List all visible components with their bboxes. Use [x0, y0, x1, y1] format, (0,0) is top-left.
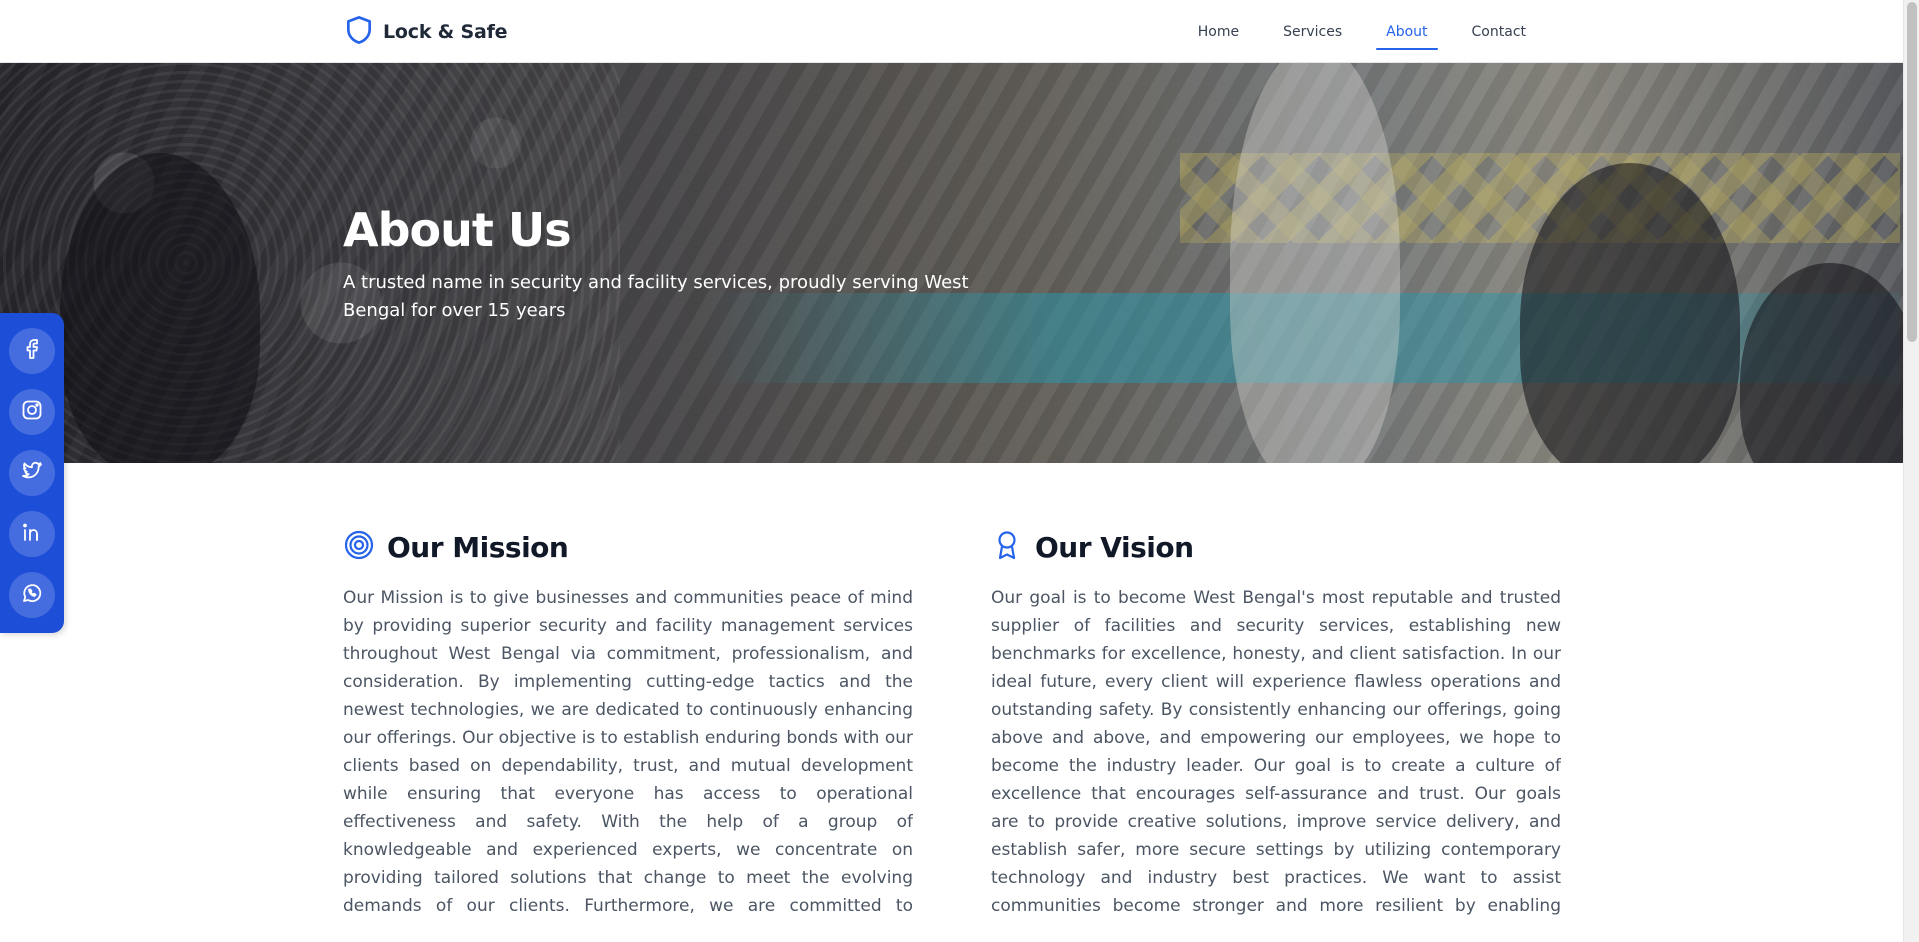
hero-subtitle: A trusted name in security and facility … [343, 272, 969, 321]
vision-text: Our goal is to become West Bengal's most… [991, 588, 1561, 916]
scrollbar-thumb[interactable] [1907, 2, 1917, 342]
hero-figure [1230, 63, 1400, 463]
vision-title: Our Vision [1035, 530, 1194, 564]
page-title: About Us [343, 203, 572, 257]
mission-header: Our Mission [343, 522, 913, 572]
whatsapp-icon [20, 581, 44, 609]
hero-figure [1520, 163, 1740, 463]
nav-services[interactable]: Services [1261, 0, 1364, 63]
site-header: Lock & Safe Home Services About Contact [0, 0, 1903, 63]
page-scrollbar[interactable] [1903, 0, 1919, 942]
vision-section: Our Vision Our goal is to become West Be… [991, 522, 1561, 924]
mission-section: Our Mission Our Mission is to give busin… [343, 522, 913, 924]
nav-contact[interactable]: Contact [1450, 0, 1548, 63]
instagram-button[interactable] [9, 389, 55, 435]
nav-about[interactable]: About [1364, 0, 1449, 63]
main-nav: Home Services About Contact [1176, 0, 1548, 63]
shield-icon [343, 14, 375, 50]
mission-text: Our Mission is to give businesses and co… [343, 588, 913, 916]
hero-figure [60, 153, 260, 463]
brand-logo[interactable]: Lock & Safe [343, 14, 508, 50]
instagram-icon [20, 398, 44, 426]
twitter-button[interactable] [9, 450, 55, 496]
award-icon [991, 529, 1023, 565]
facebook-icon [20, 337, 44, 365]
hero-banner: About Us A trusted name in security and … [0, 63, 1903, 463]
mission-title: Our Mission [387, 530, 569, 564]
target-icon [343, 529, 375, 565]
vision-header: Our Vision [991, 522, 1561, 572]
whatsapp-button[interactable] [9, 572, 55, 618]
linkedin-icon [20, 520, 44, 548]
linkedin-button[interactable] [9, 511, 55, 557]
social-sidebar [0, 313, 64, 633]
brand-name: Lock & Safe [383, 21, 508, 43]
nav-home[interactable]: Home [1176, 0, 1261, 63]
twitter-icon [20, 459, 44, 487]
facebook-button[interactable] [9, 328, 55, 374]
